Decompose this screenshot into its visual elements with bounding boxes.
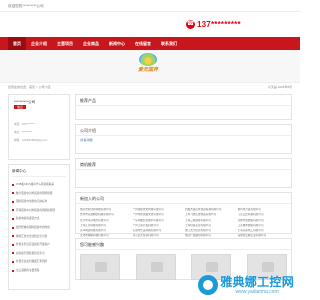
read-more-link[interactable]: [查看详细] bbox=[80, 138, 93, 142]
bullet-icon bbox=[12, 243, 14, 246]
news-item[interactable]: 跨境电商的运营方式 bbox=[12, 215, 66, 224]
section-title-about: 公司介绍 bbox=[76, 125, 291, 136]
company-link[interactable]: 广州市新思路文化有限公司 bbox=[133, 213, 183, 216]
business-section: 商机推荐 bbox=[75, 158, 292, 188]
bullet-icon bbox=[12, 260, 14, 263]
nav-item-6[interactable]: 联系我们 bbox=[156, 37, 182, 50]
news-card: 新闻中心 FOB和CIF价格有什么区别和联系 数字贸易中对外贸易的风险管理 国际贸易… bbox=[8, 164, 70, 290]
news-item[interactable]: 数字贸易中对外贸易的风险管理 bbox=[12, 189, 66, 198]
watermark-title: 雅典娜工控网 bbox=[220, 275, 294, 290]
company-link[interactable]: 合肥华达纺织有限公司 bbox=[238, 219, 288, 222]
company-name: **********公司 bbox=[14, 100, 36, 104]
company-link[interactable]: 苏州明达科技有限公司 bbox=[80, 229, 130, 232]
nav-item-0[interactable]: 首页 bbox=[8, 37, 26, 50]
news-item-label: 数字贸易中对外贸易的风险管理 bbox=[16, 191, 53, 195]
sidebar: **********公司 信息 电话：0797******* 地址：******… bbox=[8, 94, 70, 294]
company-link[interactable]: 广州江南开发有限公司 bbox=[133, 224, 183, 227]
bullet-icon bbox=[12, 252, 14, 255]
bullet-icon bbox=[12, 269, 14, 272]
company-link[interactable]: 上海创意实业有限公司 bbox=[185, 224, 235, 227]
section-title-business: 商机推荐 bbox=[76, 159, 291, 170]
nav-item-1[interactable]: 企业介绍 bbox=[26, 37, 52, 50]
welcome-text: 欢迎您的**********公司 bbox=[8, 4, 44, 8]
news-title: 新闻中心 bbox=[12, 169, 66, 178]
company-link[interactable]: 上海江河科技有限公司 bbox=[80, 224, 130, 227]
news-item-label: 如何提升国际贸易竞争力 bbox=[16, 251, 45, 255]
logo-text: 爱无国界 bbox=[137, 67, 158, 73]
main-content: 推荐产品 公司介绍 [查看详细] 商机推荐 新加入的公司 重庆市区创新科技有限公… bbox=[75, 94, 292, 284]
news-item-label: FOB和CIF价格有什么区别和联系 bbox=[16, 183, 55, 187]
nav-item-4[interactable]: 新闻中心 bbox=[104, 37, 130, 50]
current-date: 今天是 2025年8月 bbox=[267, 85, 292, 89]
bullet-icon bbox=[12, 192, 14, 195]
interest-section: 您可能感兴趣 bbox=[75, 238, 292, 280]
news-item[interactable]: 环球贸易中对外贸易的风险和管理 bbox=[12, 206, 66, 215]
nav-item-3[interactable]: 企业商品 bbox=[78, 37, 104, 50]
section-title-interest: 您可能感兴趣 bbox=[76, 239, 291, 250]
news-item-label: 外贸企业如何规避汇率风险 bbox=[16, 260, 48, 264]
company-link[interactable]: 上海三诚通泰有限公司 bbox=[185, 219, 235, 222]
company-link[interactable]: 浙江天宇信息有限公司 bbox=[185, 229, 235, 232]
logo-icon bbox=[139, 53, 157, 66]
company-link[interactable]: 上海东泰化工有限公司 bbox=[238, 229, 288, 232]
banner: 爱无国界 bbox=[0, 50, 300, 83]
company-link[interactable]: 江苏雅丰纺织有限公司 bbox=[238, 224, 288, 227]
bullet-icon bbox=[12, 226, 14, 229]
profile-email: 邮箱：1234567890@qq.com bbox=[14, 139, 48, 142]
company-link[interactable]: 广东中鑫信息技术有限公司 bbox=[133, 219, 183, 222]
news-item[interactable]: 哪些汇款方式比较安全可靠 bbox=[12, 232, 66, 241]
news-item-label: 国际贸易中用到的几种标准 bbox=[16, 200, 48, 204]
news-item-label: 跨境电商的运营方式 bbox=[16, 217, 40, 221]
company-link[interactable]: 无锡市乐美科技有限公司 bbox=[133, 229, 183, 232]
site-logo[interactable]: 爱无国界 bbox=[128, 53, 168, 77]
news-item-label: 出口退税的主要流程 bbox=[16, 268, 40, 272]
news-item-label: 银行托收在国际贸易中的作用 bbox=[16, 226, 50, 230]
news-item[interactable]: 如何提升国际贸易竞争力 bbox=[12, 249, 66, 258]
bullet-icon bbox=[12, 209, 14, 212]
company-link[interactable]: 江苏艾比科技有限公司 bbox=[238, 213, 288, 216]
interest-thumbnail[interactable] bbox=[135, 254, 176, 280]
company-link[interactable]: 广州国际文化传媒有限公司 bbox=[133, 208, 183, 211]
news-item[interactable]: 外贸企业如何规避汇率风险 bbox=[12, 258, 66, 267]
contact-phone: ☎ 137********* bbox=[186, 20, 241, 30]
recommended-products: 推荐产品 bbox=[75, 94, 292, 120]
company-profile-card: **********公司 信息 电话：0797******* 地址：******… bbox=[8, 94, 70, 160]
company-link[interactable]: 长沙市环兴电力有限公司 bbox=[80, 219, 130, 222]
news-item[interactable]: 外贸业务员应该如何开发客户 bbox=[12, 240, 66, 249]
news-item-label: 外贸业务员应该如何开发客户 bbox=[16, 243, 50, 247]
news-item[interactable]: 银行托收在国际贸易中的作用 bbox=[12, 223, 66, 232]
phone-number: 137********* bbox=[197, 20, 241, 29]
bullet-icon bbox=[12, 235, 14, 238]
company-link[interactable]: 上海飞驰五金制造有限公司 bbox=[185, 213, 235, 216]
news-item[interactable]: 国际贸易中用到的几种标准 bbox=[12, 198, 66, 207]
nav-item-5[interactable]: 在线留言 bbox=[130, 37, 156, 50]
bullet-icon bbox=[12, 200, 14, 203]
main-nav: 首页 企业介绍 主营项目 企业商品 新闻中心 在线留言 联系我们 bbox=[0, 37, 300, 50]
profile-phone: 电话：0797******* bbox=[14, 123, 35, 126]
top-bar: 欢迎您的**********公司 bbox=[0, 0, 300, 12]
company-link[interactable]: 台州市东盛精密机械有限公司 bbox=[80, 213, 130, 216]
bullet-icon bbox=[12, 217, 14, 220]
news-list: FOB和CIF价格有什么区别和联系 数字贸易中对外贸易的风险管理 国际贸易中用到的几… bbox=[12, 180, 66, 275]
phone-icon: ☎ bbox=[186, 20, 195, 30]
section-title-products: 推荐产品 bbox=[76, 95, 291, 106]
info-tag: 信息 bbox=[14, 105, 26, 109]
watermark-logo-icon bbox=[198, 275, 219, 295]
company-link[interactable]: 惠州市开发有限公司 bbox=[238, 208, 288, 211]
bullet-icon bbox=[12, 183, 14, 186]
news-item-label: 环球贸易中对外贸易的风险和管理 bbox=[16, 208, 55, 212]
about-section: 公司介绍 [查看详细] bbox=[75, 124, 292, 154]
news-item[interactable]: FOB和CIF价格有什么区别和联系 bbox=[12, 180, 66, 189]
breadcrumb: 您现在的位置：首页 > 公司介绍 bbox=[8, 85, 51, 89]
news-item-label: 哪些汇款方式比较安全可靠 bbox=[16, 234, 48, 238]
nav-item-2[interactable]: 主营项目 bbox=[52, 37, 78, 50]
section-title-new-companies: 新加入的公司 bbox=[76, 193, 291, 204]
profile-address: 地址：********** bbox=[14, 131, 32, 134]
company-link[interactable]: 西藏大运山水创意投资有限公司 bbox=[185, 208, 235, 211]
company-link[interactable]: 重庆市区创新科技有限公司 bbox=[80, 208, 130, 211]
news-item[interactable]: 出口退税的主要流程 bbox=[12, 266, 66, 275]
new-companies-section: 新加入的公司 重庆市区创新科技有限公司 广州国际文化传媒有限公司 西藏大运山水创意投… bbox=[75, 192, 292, 243]
watermark: 雅典娜工控网 www.yadianna.com bbox=[198, 275, 294, 295]
interest-thumbnail[interactable] bbox=[80, 254, 120, 280]
